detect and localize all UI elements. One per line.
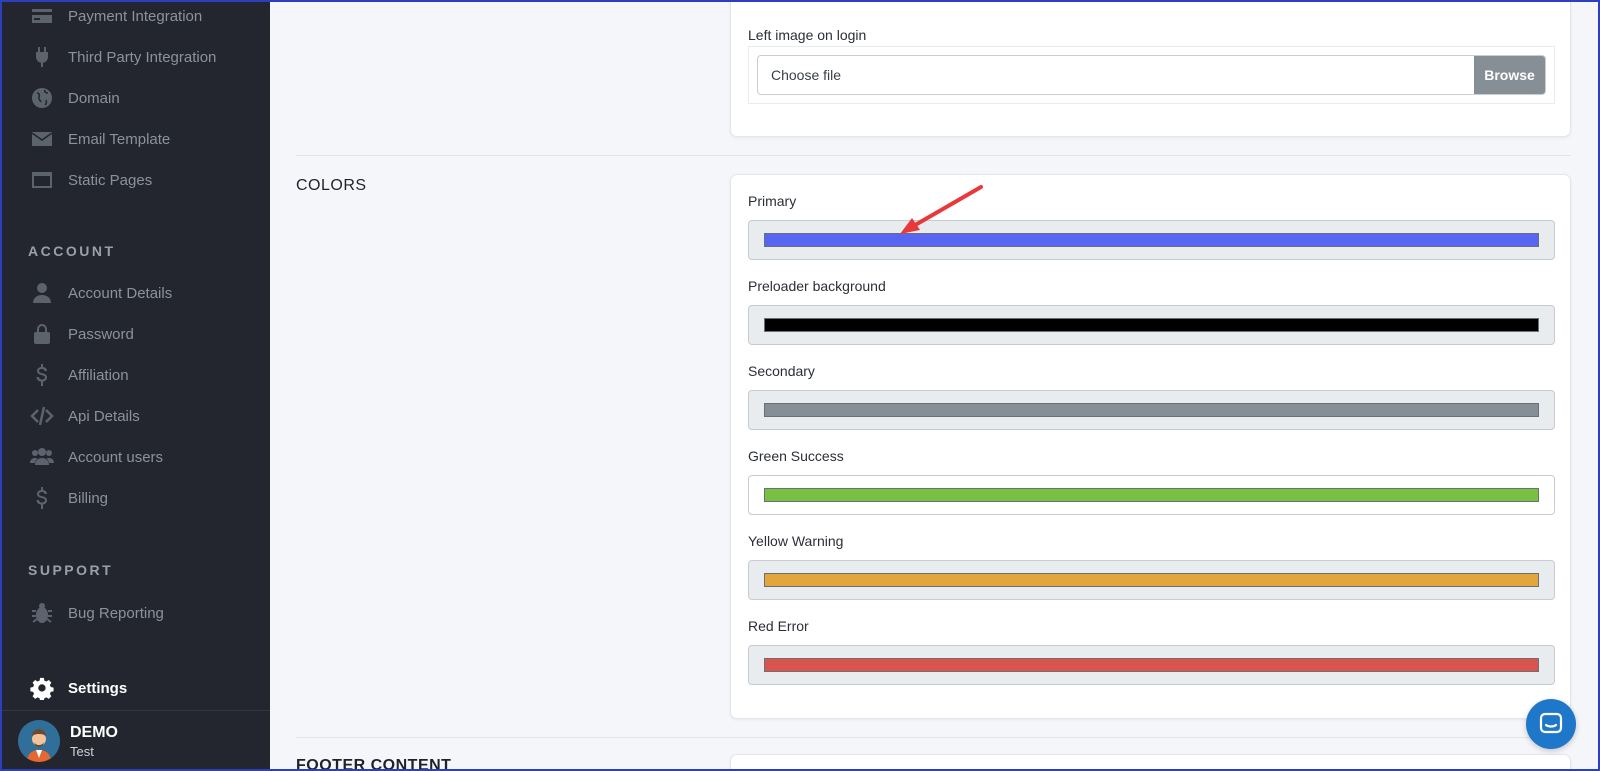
sidebar-item-password[interactable]: Password bbox=[28, 319, 260, 349]
sidebar-item-label: Static Pages bbox=[68, 171, 153, 189]
color-label-yellow-warning: Yellow Warning bbox=[748, 533, 844, 549]
chat-button[interactable] bbox=[1526, 699, 1576, 749]
yellow-warning-color-input[interactable] bbox=[748, 560, 1555, 600]
sidebar-item-label: Third Party Integration bbox=[68, 48, 217, 66]
sidebar-item-email-template[interactable]: Email Template bbox=[28, 124, 260, 154]
annotation-arrow bbox=[900, 185, 983, 234]
preloader-color-input[interactable] bbox=[748, 305, 1555, 345]
sidebar-item-label: Account Details bbox=[68, 284, 173, 302]
divider bbox=[296, 155, 1571, 156]
color-label-secondary: Secondary bbox=[748, 363, 815, 379]
window-icon bbox=[28, 166, 56, 194]
sidebar-item-billing[interactable]: Billing bbox=[28, 483, 260, 513]
avatar bbox=[18, 720, 60, 762]
sidebar-item-payment-integration[interactable]: Payment Integration bbox=[28, 1, 260, 31]
support-section-heading: SUPPORT bbox=[28, 562, 114, 578]
color-swatch bbox=[764, 233, 1539, 247]
main-content: Left image on login Choose file Browse C… bbox=[270, 0, 1600, 771]
green-success-color-input[interactable] bbox=[748, 475, 1555, 515]
chat-icon bbox=[1539, 712, 1563, 734]
user-subtitle: Test bbox=[70, 743, 94, 759]
color-label-preloader: Preloader background bbox=[748, 278, 886, 294]
footer-card bbox=[730, 754, 1571, 771]
primary-color-input[interactable] bbox=[748, 220, 1555, 260]
sidebar-item-label: Affiliation bbox=[68, 366, 129, 384]
divider bbox=[296, 737, 1571, 738]
sidebar-item-label: Email Template bbox=[68, 130, 171, 148]
sidebar-item-label: Bug Reporting bbox=[68, 604, 164, 622]
login-image-card: Left image on login Choose file Browse bbox=[730, 0, 1571, 137]
file-input[interactable]: Choose file Browse bbox=[757, 55, 1546, 95]
secondary-color-input[interactable] bbox=[748, 390, 1555, 430]
login-image-label: Left image on login bbox=[748, 27, 867, 43]
sidebar-item-label: Domain bbox=[68, 89, 120, 107]
sidebar-item-domain[interactable]: Domain bbox=[28, 83, 260, 113]
gear-icon bbox=[28, 674, 56, 702]
sidebar-item-label: Payment Integration bbox=[68, 7, 203, 25]
file-upload-wrapper: Choose file Browse bbox=[748, 46, 1555, 104]
sidebar-item-label: Billing bbox=[68, 489, 109, 507]
sidebar-item-label: Account users bbox=[68, 448, 164, 466]
envelope-icon bbox=[28, 125, 56, 153]
colors-card: Primary Preloader background Secondary G… bbox=[730, 174, 1571, 719]
color-swatch bbox=[764, 573, 1539, 587]
sidebar-item-bug-reporting[interactable]: Bug Reporting bbox=[28, 598, 260, 628]
browse-button[interactable]: Browse bbox=[1474, 56, 1545, 94]
color-swatch bbox=[764, 318, 1539, 332]
sidebar-item-third-party-integration[interactable]: Third Party Integration bbox=[28, 42, 260, 72]
red-error-color-input[interactable] bbox=[748, 645, 1555, 685]
code-icon bbox=[28, 402, 56, 430]
sidebar-item-label: Password bbox=[68, 325, 134, 343]
sidebar-item-affiliation[interactable]: Affiliation bbox=[28, 360, 260, 390]
sidebar-item-settings[interactable]: Settings bbox=[28, 673, 260, 703]
color-label-primary: Primary bbox=[748, 193, 797, 209]
user-icon bbox=[28, 279, 56, 307]
sidebar-item-account-details[interactable]: Account Details bbox=[28, 278, 260, 308]
color-swatch bbox=[764, 403, 1539, 417]
lock-icon bbox=[28, 320, 56, 348]
user-profile[interactable]: DEMO Test bbox=[0, 710, 270, 771]
users-icon bbox=[28, 443, 56, 471]
user-name: DEMO bbox=[70, 723, 118, 741]
sidebar-item-api-details[interactable]: Api Details bbox=[28, 401, 260, 431]
color-label-green-success: Green Success bbox=[748, 448, 844, 464]
dollar-icon bbox=[28, 361, 56, 389]
plug-icon bbox=[28, 43, 56, 71]
color-label-red-error: Red Error bbox=[748, 618, 809, 634]
bug-icon bbox=[28, 599, 56, 627]
sidebar: Payment Integration Third Party Integrat… bbox=[0, 0, 270, 771]
credit-card-icon bbox=[28, 2, 56, 30]
color-swatch bbox=[764, 488, 1539, 502]
account-section-heading: ACCOUNT bbox=[28, 243, 116, 259]
globe-icon bbox=[28, 84, 56, 112]
sidebar-item-account-users[interactable]: Account users bbox=[28, 442, 260, 472]
color-swatch bbox=[764, 658, 1539, 672]
sidebar-item-label: Settings bbox=[68, 679, 128, 697]
sidebar-item-static-pages[interactable]: Static Pages bbox=[28, 165, 260, 195]
colors-section-title: COLORS bbox=[296, 177, 367, 194]
footer-section-title: FOOTER CONTENT bbox=[296, 757, 452, 771]
sidebar-item-label: Api Details bbox=[68, 407, 140, 425]
file-input-placeholder: Choose file bbox=[771, 67, 842, 83]
dollar-icon bbox=[28, 484, 56, 512]
